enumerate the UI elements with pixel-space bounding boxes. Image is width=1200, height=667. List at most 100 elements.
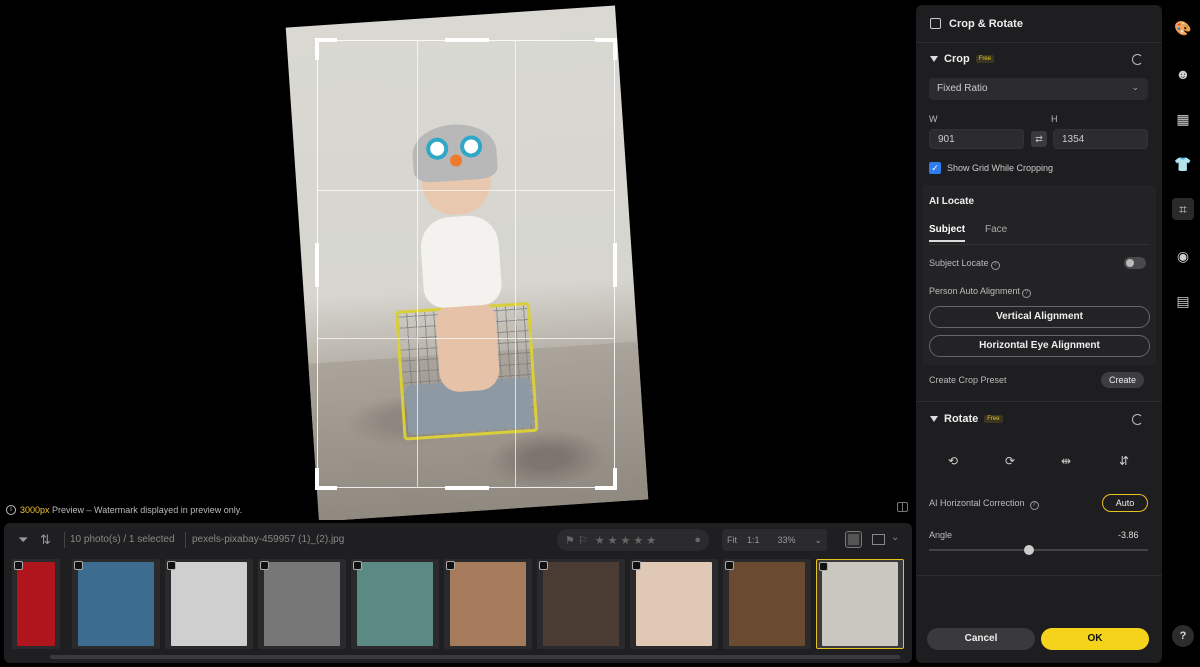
thumbnail-baby-crop[interactable] [816, 559, 904, 649]
cancel-button[interactable]: Cancel [927, 628, 1035, 650]
create-preset-button[interactable]: Create [1101, 372, 1145, 388]
thumbnail-canal-town[interactable] [72, 559, 160, 649]
vertical-alignment-button[interactable]: Vertical Alignment [929, 306, 1150, 328]
ok-button[interactable]: OK [1041, 628, 1149, 650]
thumbnail-girl-portrait[interactable] [723, 559, 811, 649]
star-icon[interactable]: ★ [595, 534, 605, 547]
compare-view-icon[interactable] [897, 502, 908, 512]
rotate-left-icon[interactable]: ⟲ [946, 454, 960, 468]
single-view-icon[interactable] [845, 531, 862, 548]
rotate-right-icon[interactable]: ⟳ [1003, 454, 1017, 468]
help-icon[interactable]: ? [1022, 289, 1032, 298]
thumbnail-list [12, 559, 904, 649]
thumbnail-spiral[interactable] [12, 559, 60, 649]
star-icon[interactable]: ★ [633, 534, 643, 547]
clothing-icon[interactable]: 👕 [1172, 153, 1194, 175]
filmstrip-scrollbar[interactable] [50, 655, 900, 659]
crop-handle-bottom-left[interactable] [315, 468, 337, 490]
show-grid-checkbox[interactable]: ✓ [929, 162, 941, 174]
compare-layout-icon[interactable] [872, 534, 885, 545]
help-icon[interactable]: ? [990, 261, 1000, 270]
tab-subject[interactable]: Subject [929, 224, 966, 242]
reset-icon[interactable] [1132, 414, 1143, 425]
subject-locate-toggle[interactable] [1124, 257, 1146, 269]
thumbnail-image [171, 562, 247, 646]
crop-grid-line [416, 41, 418, 487]
height-field[interactable]: 1354 [1053, 129, 1148, 149]
help-button[interactable]: ? [1172, 625, 1194, 647]
crop-handle-bottom[interactable] [445, 486, 489, 490]
help-icon[interactable]: ? [1029, 501, 1039, 510]
thumbnail-laughing-woman[interactable] [537, 559, 625, 649]
face-icon[interactable]: ☻ [1172, 63, 1194, 85]
edited-badge-icon [14, 561, 23, 570]
thumbnail-image [729, 562, 805, 646]
ai-locate-title: AI Locate [929, 196, 975, 207]
crop-handle-top-right[interactable] [595, 38, 617, 60]
star-icon[interactable]: ★ [621, 534, 631, 547]
filmstrip: ⏷ ⇅ 10 photo(s) / 1 selected pexels-pixa… [4, 523, 912, 663]
thumbnail-image [264, 562, 340, 646]
free-badge: Free [975, 55, 995, 63]
rotate-section-toggle[interactable]: Rotate Free [930, 413, 1003, 425]
edited-badge-icon [632, 561, 641, 570]
crop-handle-right[interactable] [613, 243, 617, 287]
sort-icon[interactable]: ⇅ [40, 532, 51, 548]
camera-icon[interactable]: ◉ [1172, 245, 1194, 267]
chevron-down-icon[interactable]: ⌄ [891, 532, 899, 543]
zoom-1to1-button[interactable]: 1:1 [742, 535, 765, 545]
auto-correction-button[interactable]: Auto [1102, 494, 1148, 512]
thumbnail-staircase[interactable] [165, 559, 253, 649]
preview-size: 3000px [20, 505, 50, 515]
chevron-down-icon[interactable]: ⌄ [809, 535, 827, 546]
crop-handle-left[interactable] [315, 243, 319, 287]
crop-grid-line [318, 189, 614, 191]
palette-icon[interactable]: 🎨 [1172, 17, 1194, 39]
texture-icon[interactable]: ▦ [1172, 108, 1194, 130]
angle-slider-thumb[interactable] [1024, 545, 1035, 555]
zoom-controls: Fit 1:1 33% ⌄ [722, 529, 827, 551]
crop-handle-top-left[interactable] [315, 38, 337, 60]
zoom-fit-button[interactable]: Fit [722, 535, 742, 545]
ratio-dropdown[interactable]: Fixed Ratio ⌄ [929, 78, 1148, 100]
width-field[interactable]: 901 [929, 129, 1024, 149]
tab-face[interactable]: Face [985, 224, 1007, 235]
filter-icon[interactable]: ⏷ [18, 532, 28, 548]
zoom-level[interactable]: 33% [773, 535, 801, 545]
angle-slider-track[interactable] [929, 549, 1148, 551]
thumbnail-image [17, 562, 55, 646]
preview-note: i 3000px Preview – Watermark displayed i… [6, 505, 242, 515]
horizontal-eye-alignment-button[interactable]: Horizontal Eye Alignment [929, 335, 1150, 357]
folder-icon[interactable]: ▤ [1172, 290, 1194, 312]
color-label-icon[interactable]: ● [694, 534, 701, 546]
crop-section-toggle[interactable]: Crop Free [930, 53, 995, 65]
preview-text: Preview – Watermark displayed in preview… [49, 505, 243, 515]
edited-badge-icon [167, 561, 176, 570]
star-icon[interactable]: ★ [608, 534, 618, 547]
crop-icon[interactable]: ⌗ [1172, 198, 1194, 220]
thumbnail-man-in-suit[interactable] [258, 559, 346, 649]
thumbnail-smiling-man[interactable] [444, 559, 532, 649]
flag-pick-icon[interactable]: ⚑ [565, 534, 575, 547]
toolbar-divider [185, 532, 186, 548]
section-divider [916, 401, 1162, 402]
thumbnail-woman-with-scarf[interactable] [630, 559, 718, 649]
angle-value[interactable]: -3.86 [1118, 530, 1139, 540]
reset-icon[interactable] [1132, 54, 1143, 65]
swap-icon[interactable]: ⇄ [1031, 131, 1047, 147]
image-canvas[interactable]: i 3000px Preview – Watermark displayed i… [0, 0, 912, 520]
free-badge: Free [984, 415, 1003, 423]
thumbnail-smiling-woman[interactable] [351, 559, 439, 649]
flip-vertical-icon[interactable]: ⇵ [1117, 454, 1131, 468]
thumbnail-image [822, 562, 898, 646]
crop-handle-top[interactable] [445, 38, 489, 42]
star-icon[interactable]: ★ [646, 534, 656, 547]
crop-handle-bottom-right[interactable] [595, 468, 617, 490]
crop-frame[interactable] [315, 38, 617, 490]
thumbnail-image [543, 562, 619, 646]
width-label: W [929, 114, 938, 124]
filmstrip-toolbar: ⏷ ⇅ 10 photo(s) / 1 selected pexels-pixa… [4, 523, 912, 557]
flip-horizontal-icon[interactable]: ⇹ [1059, 454, 1073, 468]
thumbnail-image [450, 562, 526, 646]
flag-reject-icon[interactable]: ⚐ [578, 534, 588, 547]
